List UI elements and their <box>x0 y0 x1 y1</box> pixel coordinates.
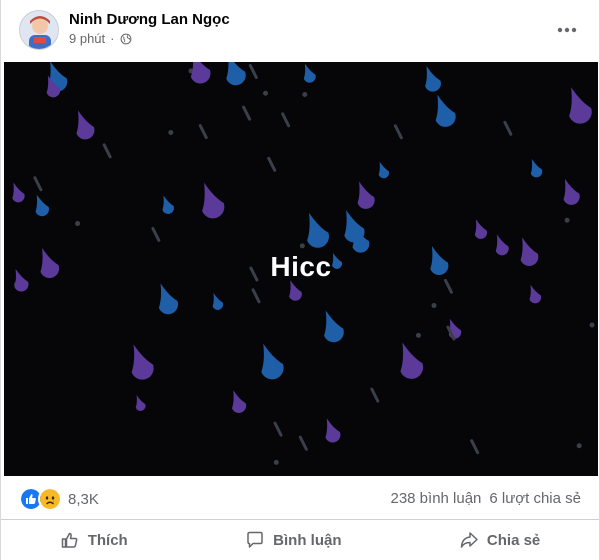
like-label: Thích <box>87 531 128 549</box>
post-stats: 8,3K 238 bình luận 6 lượt chia sẻ <box>1 476 599 520</box>
comment-label: Bình luận <box>273 531 342 549</box>
post-header: Ninh Dương Lan Ngọc 9 phút · <box>1 0 599 62</box>
more-icon <box>557 27 577 33</box>
reactions-summary[interactable]: 8,3K <box>19 487 99 511</box>
author-avatar[interactable] <box>19 10 59 50</box>
share-count[interactable]: 6 lượt chia sẻ <box>489 490 581 507</box>
author-name[interactable]: Ninh Dương Lan Ngọc <box>69 11 230 28</box>
share-icon <box>460 532 478 548</box>
post-media[interactable]: Hicc <box>4 62 598 476</box>
comment-icon <box>247 531 263 548</box>
post-card: Ninh Dương Lan Ngọc 9 phút · Hicc 8,3K 2… <box>0 0 600 560</box>
engagement-counts: 238 bình luận 6 lượt chia sẻ <box>390 490 581 507</box>
reaction-count: 8,3K <box>68 490 99 508</box>
post-time[interactable]: 9 phút <box>69 31 105 46</box>
share-button[interactable]: Chia sẻ <box>439 524 560 556</box>
more-options-button[interactable] <box>553 16 581 44</box>
comment-button[interactable]: Bình luận <box>225 524 361 556</box>
comment-count[interactable]: 238 bình luận <box>390 490 481 507</box>
thumbs-up-icon <box>61 532 78 548</box>
share-label: Chia sẻ <box>486 531 541 549</box>
post-caption: Hicc <box>270 251 332 282</box>
post-meta: 9 phút · <box>69 31 132 46</box>
sad-icon <box>38 487 62 511</box>
post-actions: Thích Bình luận Chia sẻ <box>1 520 599 560</box>
globe-icon[interactable] <box>120 33 132 45</box>
avatar-image <box>20 11 58 49</box>
like-button[interactable]: Thích <box>40 524 148 556</box>
